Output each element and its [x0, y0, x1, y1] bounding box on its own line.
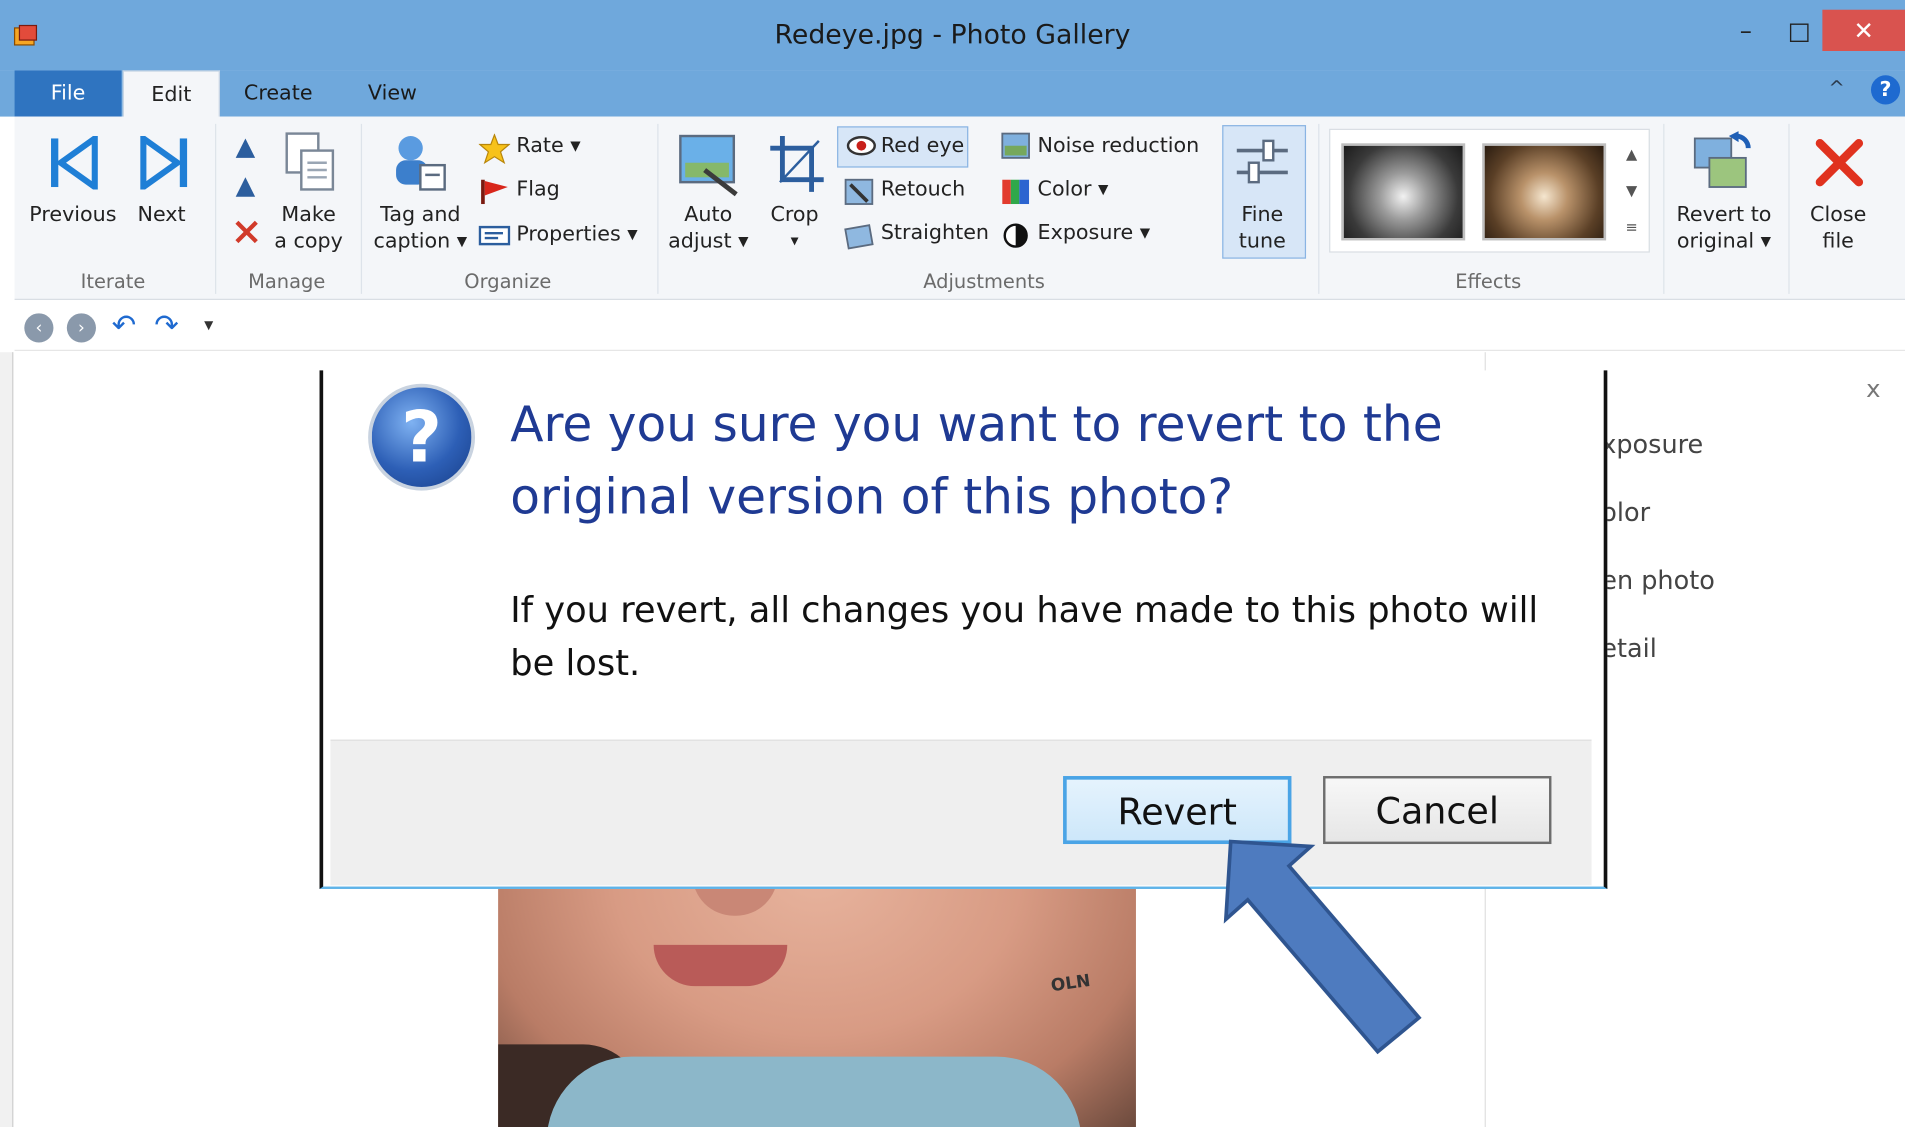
app-window: Redeye.jpg - Photo Gallery – □ ✕ File Ed… [0, 0, 1905, 1127]
annotation-arrow [1223, 839, 1422, 1055]
